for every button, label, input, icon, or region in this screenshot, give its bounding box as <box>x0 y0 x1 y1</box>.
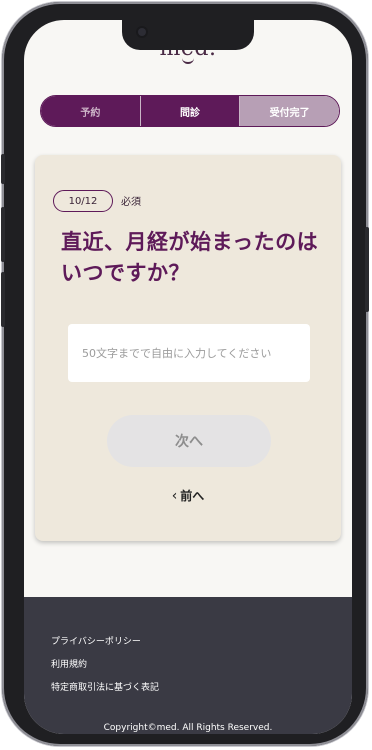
notch <box>122 20 254 50</box>
chevron-left-icon: ‹ <box>171 487 178 504</box>
privacy-policy-link[interactable]: プライバシーポリシー <box>51 634 141 647</box>
mute-switch <box>1 154 5 184</box>
required-label: 必須 <box>121 197 141 208</box>
step-reservation: 予約 <box>41 96 140 126</box>
progress-steps: 予約 問診 受付完了 <box>40 95 340 127</box>
question-title: 直近、月経が始まったのはいつですか？ <box>61 230 319 285</box>
prev-label: 前へ <box>180 489 205 503</box>
terms-link[interactable]: 利用規約 <box>51 657 87 670</box>
power-button <box>365 227 369 312</box>
camera-icon <box>138 28 146 36</box>
next-button[interactable]: 次へ <box>107 415 271 467</box>
logo-smile-mark <box>182 56 194 64</box>
step-questionnaire: 問診 <box>139 96 241 126</box>
screen: med. 予約 問診 受付完了 10/12 必須 直近、月経が始まったのはいつで… <box>24 20 352 734</box>
volume-down-button <box>1 272 5 327</box>
question-card: 10/12 必須 直近、月経が始まったのはいつですか？ 次へ ‹ 前へ <box>35 155 341 541</box>
prev-link[interactable]: ‹ 前へ <box>35 487 341 504</box>
step-complete: 受付完了 <box>240 96 339 126</box>
volume-up-button <box>1 207 5 262</box>
commercial-law-link[interactable]: 特定商取引法に基づく表記 <box>51 680 159 693</box>
phone-frame: med. 予約 問診 受付完了 10/12 必須 直近、月経が始まったのはいつで… <box>1 2 369 746</box>
answer-input[interactable] <box>68 324 310 382</box>
question-progress-badge: 10/12 <box>53 190 113 212</box>
copyright: Copyright©med. All Rights Reserved. <box>103 723 273 733</box>
footer: プライバシーポリシー 利用規約 特定商取引法に基づく表記 Copyright©m… <box>24 597 352 734</box>
